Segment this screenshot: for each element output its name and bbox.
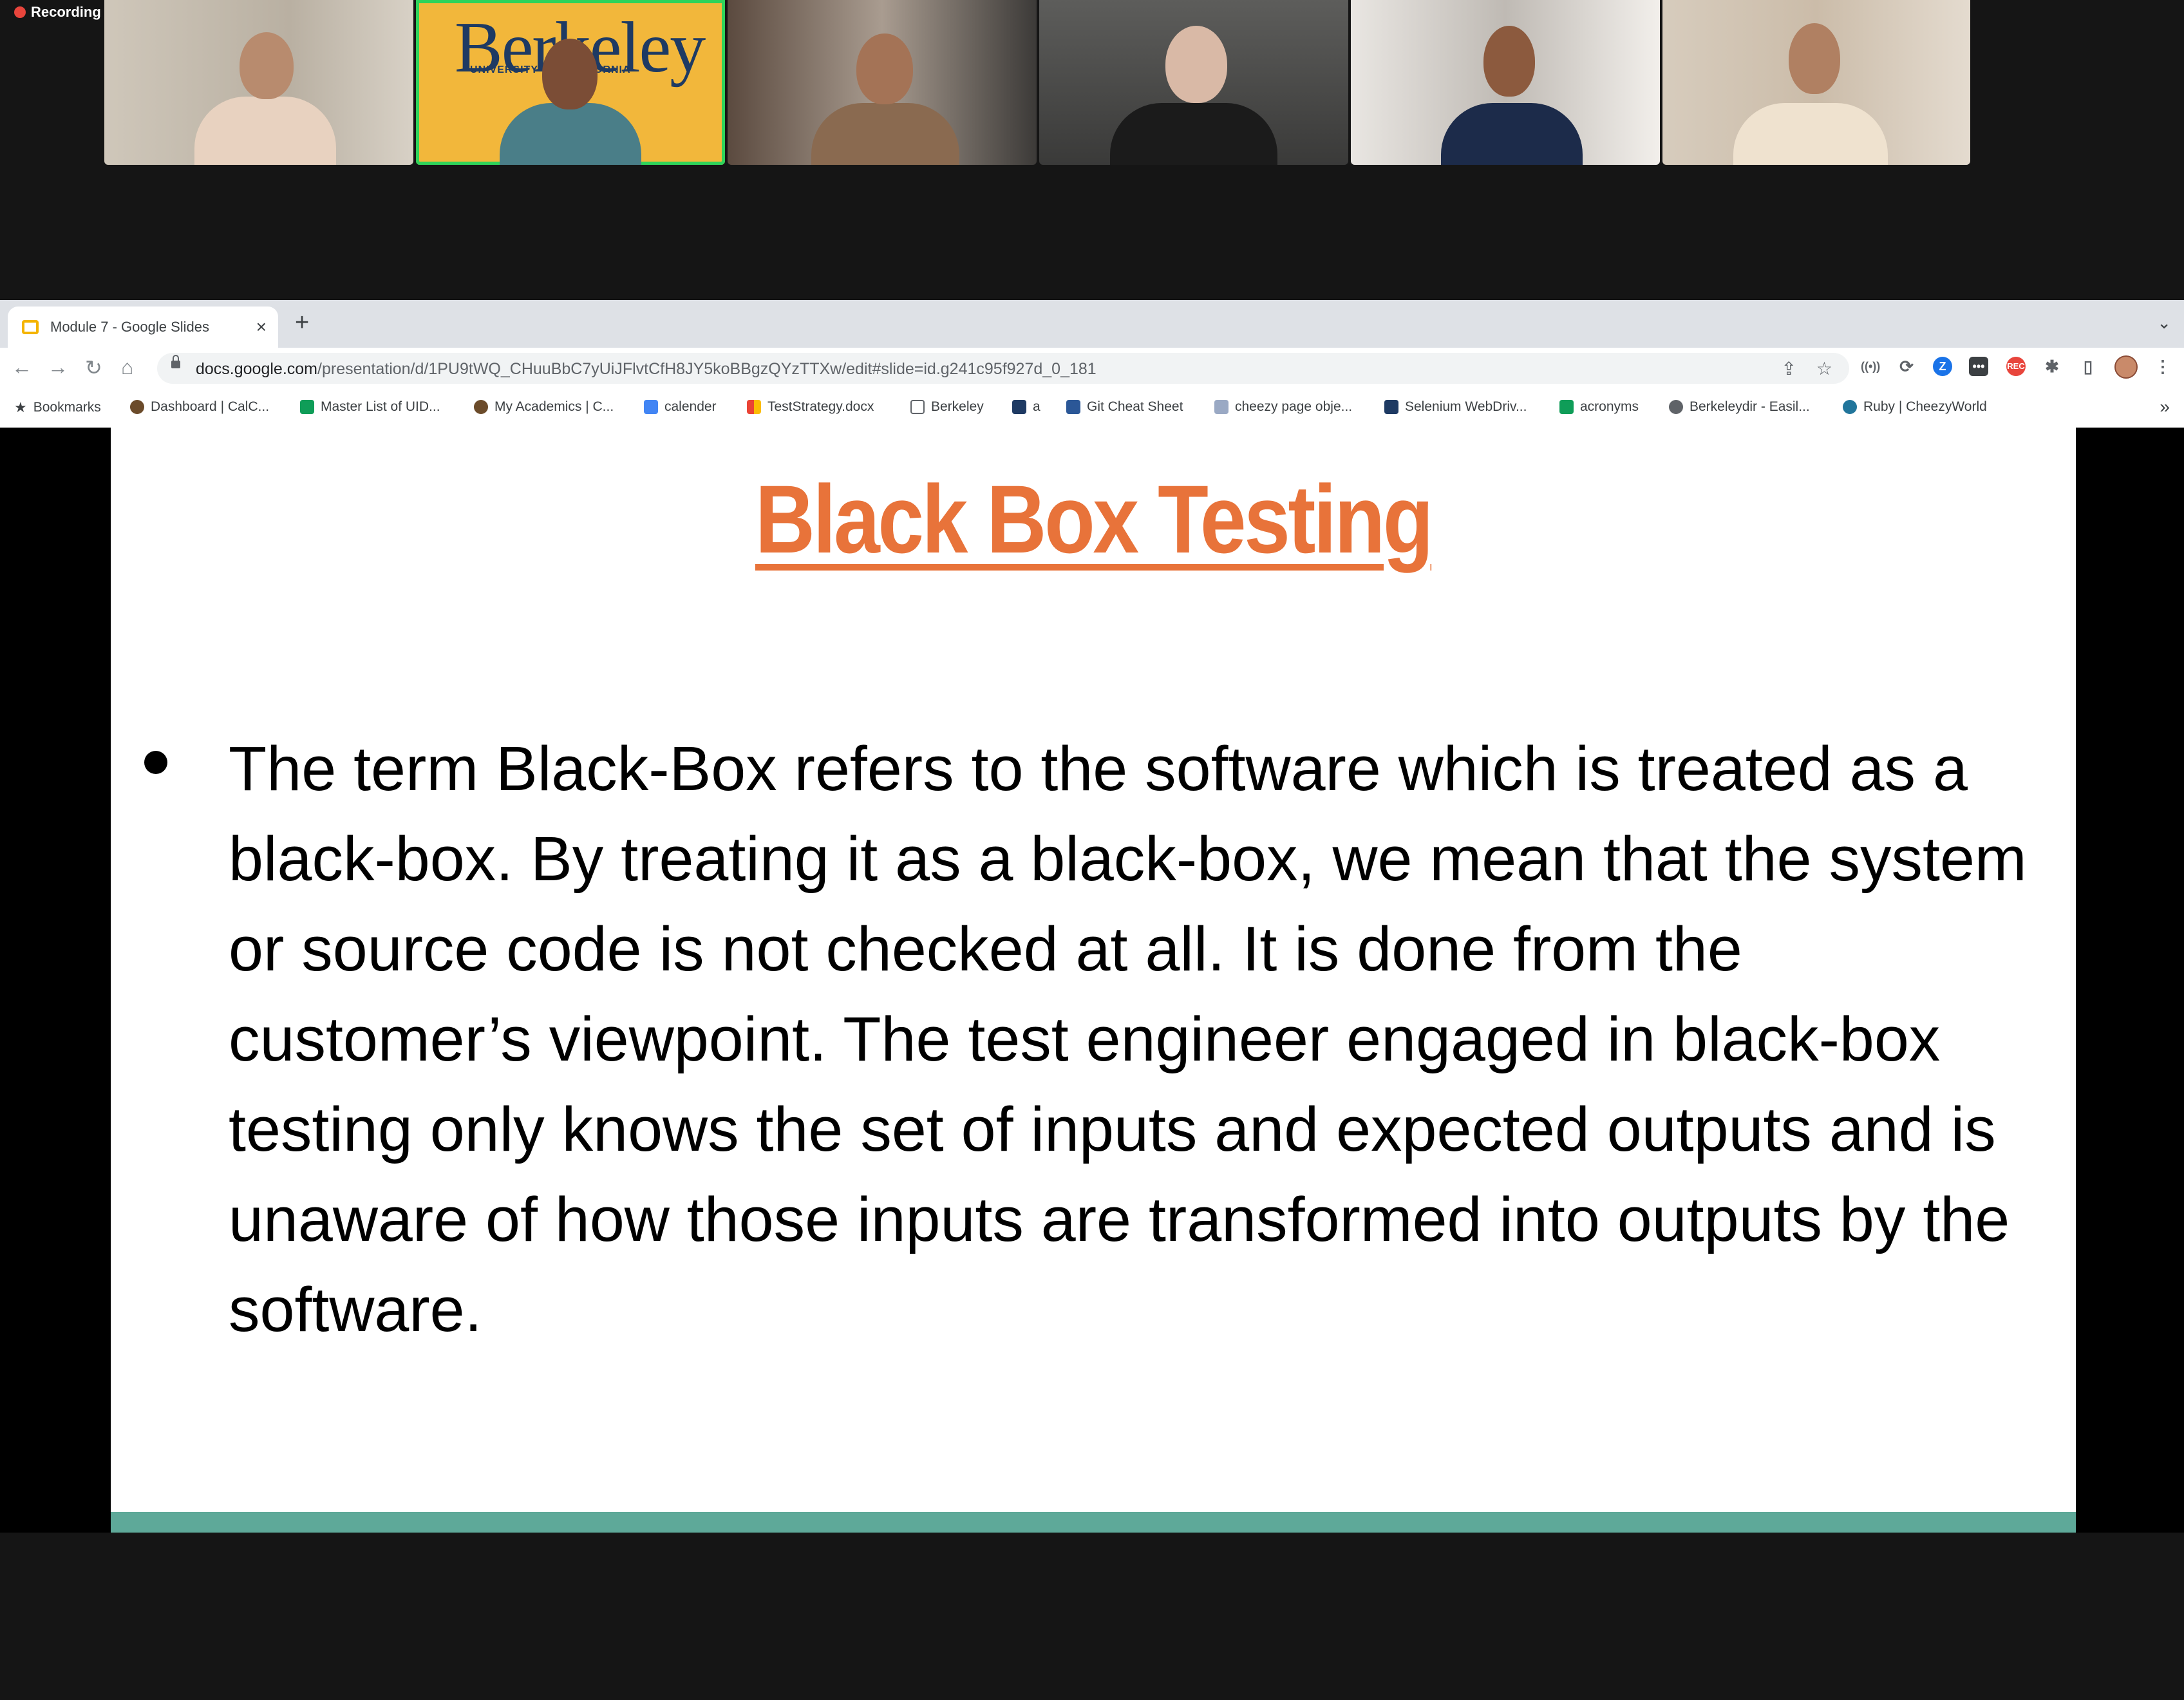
- wordpress-icon: [1843, 400, 1857, 414]
- address-bar[interactable]: docs.google.com/presentation/d/1PU9tWQ_C…: [157, 353, 1849, 384]
- participant-tile-5[interactable]: [1351, 0, 1660, 165]
- recording-indicator: Recording: [14, 1, 101, 23]
- participant-tile-2-speaking[interactable]: Berkeley UNIVERSITY OF CALIFORNIA: [416, 0, 725, 165]
- tab-strip: Module 7 - Google Slides × + ⌄: [0, 300, 2184, 348]
- new-tab-button[interactable]: +: [295, 309, 309, 337]
- bookmark-my-academics[interactable]: My Academics | C...: [474, 399, 614, 415]
- slide-footer-bar: [111, 1512, 2076, 1533]
- bookmark-ruby-cheezyworld[interactable]: Ruby | CheezyWorld: [1843, 399, 1987, 415]
- participant-tile-1[interactable]: [104, 0, 413, 165]
- extensions-puzzle-icon[interactable]: ✱: [2042, 357, 2062, 376]
- slide: Black Box Testing The term Black-Box ref…: [111, 428, 2076, 1533]
- side-panel-icon[interactable]: ▯: [2078, 357, 2098, 376]
- bookmark-acronyms[interactable]: acronyms: [1559, 399, 1639, 415]
- reload-icon[interactable]: ↻: [85, 355, 102, 380]
- extension-z-icon[interactable]: Z: [1933, 357, 1952, 376]
- extension-sync-icon[interactable]: ⟳: [1897, 357, 1916, 376]
- bookmark-a[interactable]: a: [1012, 399, 1040, 415]
- google-sheets-icon: [1559, 400, 1574, 414]
- tab-title: Module 7 - Google Slides: [50, 319, 210, 335]
- tab-search-chevron-icon[interactable]: ⌄: [2157, 313, 2171, 333]
- bookmark-cheezy-page[interactable]: cheezy page obje...: [1214, 399, 1352, 415]
- recording-label: Recording: [31, 4, 101, 20]
- extension-dots-icon[interactable]: •••: [1969, 357, 1988, 376]
- bookmark-master-list[interactable]: Master List of UID...: [300, 399, 440, 415]
- slide-bullet-text: The term Black-Box refers to the softwar…: [229, 733, 2027, 1345]
- back-arrow-icon[interactable]: ←: [12, 355, 32, 379]
- cal-favicon-icon: [1384, 400, 1398, 414]
- forward-arrow-icon[interactable]: →: [48, 355, 68, 379]
- record-dot-icon: [14, 6, 26, 18]
- url-text: docs.google.com/presentation/d/1PU9tWQ_C…: [196, 360, 1097, 379]
- bookmark-berkeley-folder[interactable]: Berkeley: [910, 399, 984, 415]
- bottom-background: [0, 1533, 2184, 1700]
- more-bookmarks-chevron-icon[interactable]: »: [2160, 397, 2170, 417]
- presentation-area: Black Box Testing The term Black-Box ref…: [0, 428, 2184, 1533]
- menu-kebab-icon[interactable]: ⋮: [2153, 357, 2172, 376]
- lock-icon[interactable]: [171, 355, 180, 368]
- slide-title: Black Box Testing: [755, 465, 1434, 573]
- bookmark-teststrategy[interactable]: TestStrategy.docx: [747, 399, 874, 415]
- google-calendar-icon: [644, 400, 658, 414]
- home-icon[interactable]: ⌂: [121, 355, 133, 379]
- site-favicon-icon: [130, 400, 144, 414]
- globe-icon: [1669, 400, 1683, 414]
- url-path: /presentation/d/1PU9tWQ_CHuuBbC7yUiJFlvt…: [317, 360, 1097, 378]
- participant-tile-6[interactable]: [1662, 0, 1970, 165]
- bookmark-git-cheat-sheet[interactable]: Git Cheat Sheet: [1066, 399, 1183, 415]
- share-icon[interactable]: ⇪: [1782, 358, 1796, 379]
- google-sheets-icon: [300, 400, 314, 414]
- bookmark-calender[interactable]: calender: [644, 399, 717, 415]
- participant-tile-4[interactable]: [1039, 0, 1348, 165]
- git-favicon-icon: [1066, 400, 1080, 414]
- bookmark-berkeleydir[interactable]: Berkeleydir - Easil...: [1669, 399, 1810, 415]
- bookmark-bookmarks[interactable]: ★ Bookmarks: [14, 399, 101, 416]
- star-icon: ★: [14, 399, 27, 415]
- bookmark-dashboard[interactable]: Dashboard | CalC...: [130, 399, 269, 415]
- extension-radio-icon[interactable]: ((•)): [1861, 357, 1880, 376]
- site-favicon-icon: [474, 400, 488, 414]
- profile-avatar[interactable]: [2114, 355, 2138, 379]
- star-bookmark-icon[interactable]: ☆: [1816, 358, 1832, 379]
- bookmarks-bar: ★ Bookmarks Dashboard | CalC... Master Li…: [0, 389, 2184, 428]
- office-icon: [747, 400, 761, 414]
- url-domain: docs.google.com: [196, 360, 318, 378]
- extension-record-icon[interactable]: REC: [2006, 357, 2026, 376]
- bullet-point-icon: [144, 751, 167, 774]
- close-tab-icon[interactable]: ×: [256, 317, 267, 337]
- participant-tile-3[interactable]: [728, 0, 1037, 165]
- browser-toolbar: ← → ↻ ⌂ docs.google.com/presentation/d/1…: [0, 348, 2184, 389]
- folder-icon: [910, 400, 925, 414]
- bookmark-selenium[interactable]: Selenium WebDriv...: [1384, 399, 1527, 415]
- site-favicon-icon: [1214, 400, 1228, 414]
- browser-window: Module 7 - Google Slides × + ⌄ ← → ↻ ⌂ d…: [0, 300, 2184, 428]
- cal-favicon-icon: [1012, 400, 1026, 414]
- google-slides-icon: [22, 320, 39, 334]
- tab-google-slides[interactable]: Module 7 - Google Slides ×: [8, 307, 278, 348]
